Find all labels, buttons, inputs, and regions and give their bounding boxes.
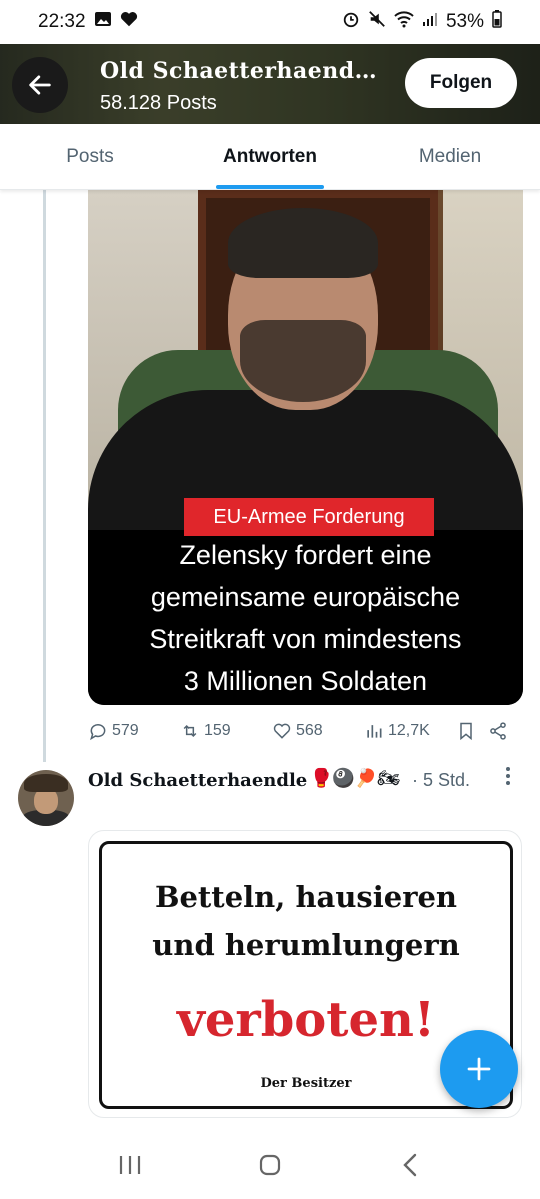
clock: 22:32 [38,11,86,32]
status-bar: 22:32 53% [0,0,540,44]
home-icon [259,1154,281,1175]
follow-button[interactable]: Folgen [405,58,517,108]
tab-label: Posts [66,145,114,167]
sign-line: und herumlungern [152,928,460,962]
post-count: 58.128 Posts [100,92,217,114]
tab-label: Antworten [223,145,317,167]
battery-icon [492,10,502,34]
share-icon [490,722,506,740]
arrow-left-icon [29,75,51,95]
media-caption: Zelensky fordert eine gemeinsame europäi… [88,530,523,705]
bookmark-button[interactable] [456,721,488,741]
repost-button[interactable]: 159 [180,721,272,741]
media-caption-line: Zelensky fordert eine [179,540,432,570]
post-timestamp[interactable]: · 5 Std. [412,770,470,791]
reply-count: 579 [112,722,139,739]
views-chart-icon [367,725,382,738]
home-button[interactable] [240,1135,300,1195]
more-vertical-icon [506,767,510,785]
tab-label: Medien [418,145,482,167]
alarm-icon [342,10,360,34]
profile-tabs: Posts Antworten Medien [0,124,540,190]
active-tab-indicator [216,185,324,189]
plus-icon [467,1057,491,1081]
views-button[interactable]: 12,7K [364,721,456,741]
post-media-video[interactable]: EU-Armee Forderung Zelensky fordert eine… [88,190,523,705]
author-emoji-badges: 🥊🎱🏓🏍 [310,768,401,788]
back-button[interactable] [12,57,68,113]
view-count: 12,7K [388,722,430,739]
share-button[interactable] [488,721,518,741]
like-count: 568 [296,722,323,739]
heart-icon [120,11,138,33]
tab-posts[interactable]: Posts [0,124,180,189]
back-nav-button[interactable] [380,1135,440,1195]
battery-percent: 53% [445,11,484,32]
system-nav-bar [0,1130,540,1199]
more-options-button[interactable] [505,766,511,792]
like-button[interactable]: 568 [272,721,364,741]
repost-icon [183,724,197,738]
profile-name: Old Schaetterhaend… [100,58,378,84]
mute-icon [368,10,386,34]
recents-icon [119,1155,141,1174]
reply-icon [90,724,106,741]
media-caption-line: 3 Millionen Soldaten [183,666,428,696]
sign-line-red: verboten! [177,992,435,1048]
sign-line: Betteln, hausieren [154,880,458,914]
media-caption-line: gemeinsame europäische [150,582,461,612]
repost-count: 159 [204,722,231,739]
post-action-bar: 579 159 568 12,7K [88,712,518,750]
image-icon [94,11,112,33]
signal-icon [422,11,438,33]
media-caption-tag: EU-Armee Forderung [184,498,434,536]
post-author-name[interactable]: Old Schaetterhaendle [88,770,307,791]
chevron-left-icon [403,1153,417,1176]
thread-connector-line [43,190,46,762]
avatar[interactable] [18,770,74,826]
wifi-icon [394,10,414,34]
tab-media[interactable]: Medien [360,124,540,189]
video-frame-photo [88,190,523,550]
recents-button[interactable] [100,1135,160,1195]
media-caption-line: Streitkraft von mindestens [149,624,462,654]
tab-replies[interactable]: Antworten [180,124,360,189]
reply-button[interactable]: 579 [88,721,180,741]
compose-button[interactable] [440,1030,518,1108]
bookmark-icon [460,722,472,741]
heart-outline-icon [273,723,291,739]
